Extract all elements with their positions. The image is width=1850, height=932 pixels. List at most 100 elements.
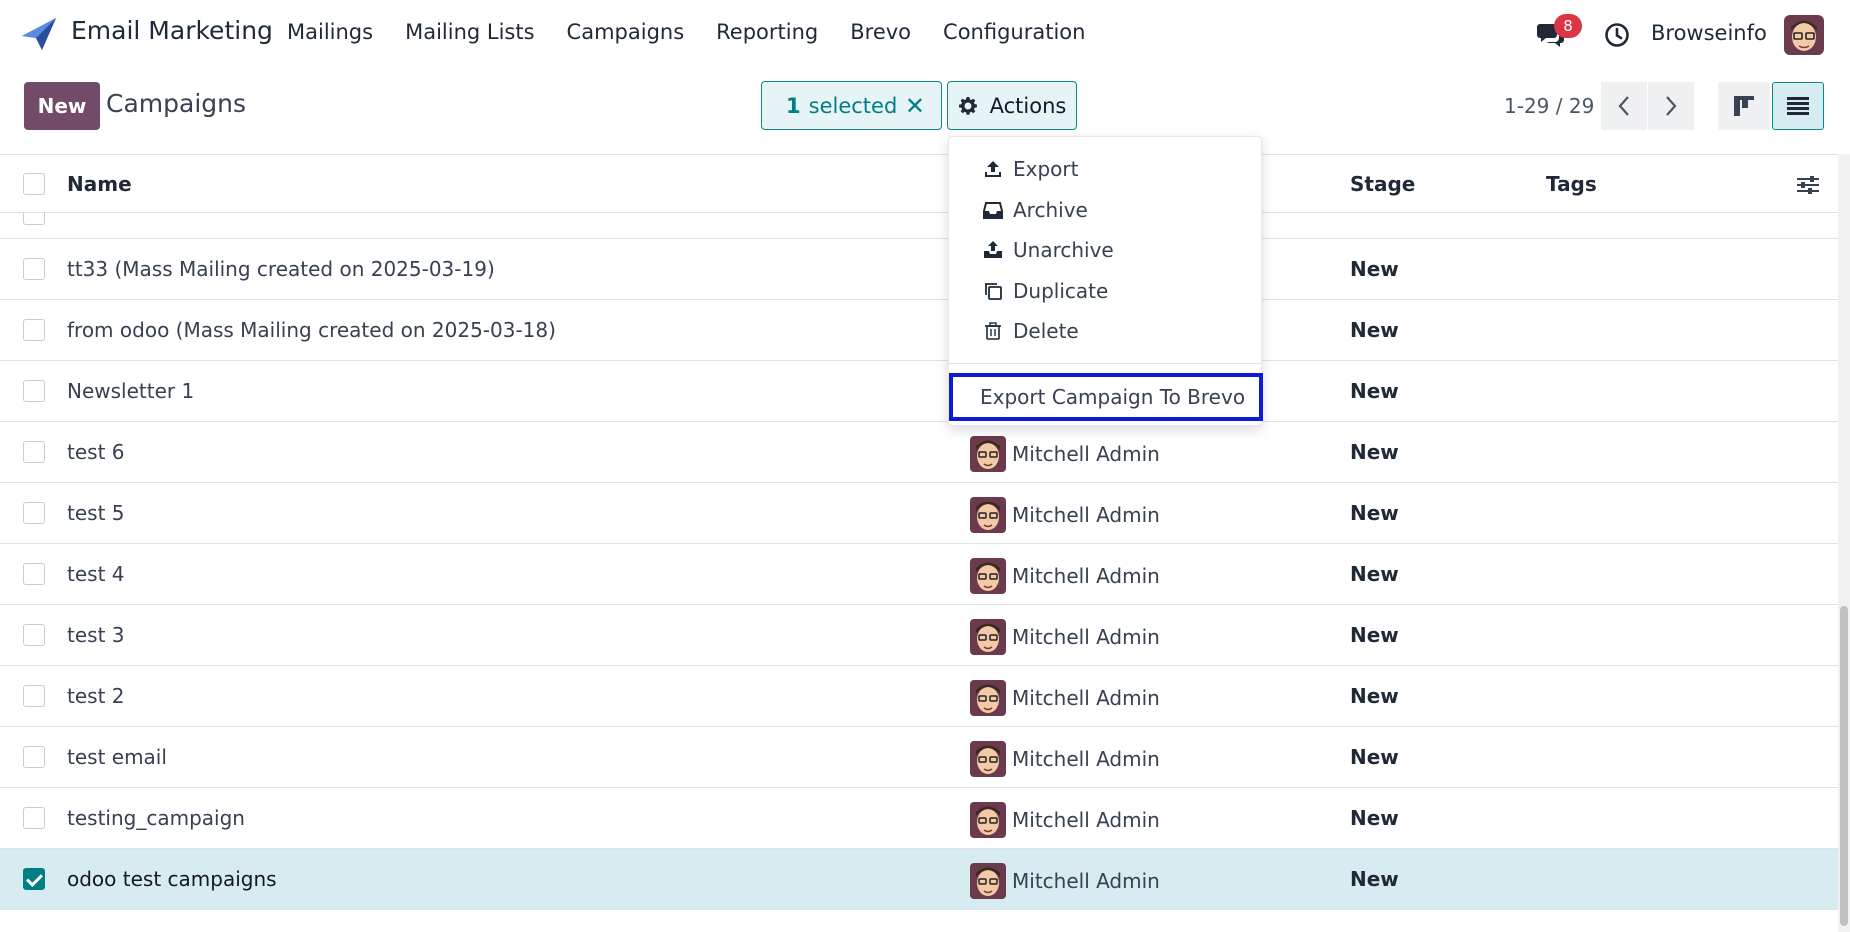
responsible-user[interactable]: Mitchell Admin: [970, 741, 1160, 777]
menu-item-archive[interactable]: Archive: [983, 195, 1088, 225]
actions-button[interactable]: Actions: [947, 81, 1077, 130]
row-checkbox[interactable]: [23, 685, 45, 707]
avatar: [970, 680, 1006, 716]
campaign-name: tt33 (Mass Mailing created on 2025-03-19…: [67, 257, 495, 281]
table-row[interactable]: test 4 Mitchell Admin New: [0, 544, 1838, 605]
row-checkbox[interactable]: [23, 441, 45, 463]
clear-selection-icon[interactable]: ✕: [905, 92, 925, 120]
campaign-name: odoo test campaigns: [67, 867, 277, 891]
list-view-button[interactable]: [1772, 82, 1824, 130]
campaign-name: test 2: [67, 684, 125, 708]
row-checkbox[interactable]: [23, 380, 45, 402]
responsible-user[interactable]: Mitchell Admin: [970, 680, 1160, 716]
selected-label: selected: [808, 93, 898, 118]
menu-brevo[interactable]: Brevo: [850, 20, 911, 44]
responsible-name: Mitchell Admin: [1012, 625, 1160, 649]
responsible-user[interactable]: Mitchell Admin: [970, 802, 1160, 838]
actions-dropdown-menu: Export Archive Unarchive Duplicate Delet…: [948, 136, 1263, 426]
activity-clock-icon[interactable]: [1604, 22, 1630, 48]
email-marketing-logo-icon[interactable]: [20, 16, 58, 52]
row-checkbox[interactable]: [23, 807, 45, 829]
menu-item-unarchive[interactable]: Unarchive: [983, 235, 1114, 265]
avatar: [970, 619, 1006, 655]
row-checkbox[interactable]: [23, 868, 45, 890]
menu-mailing-lists[interactable]: Mailing Lists: [405, 20, 534, 44]
user-avatar[interactable]: [1784, 15, 1824, 55]
stage-value: New: [1350, 684, 1399, 708]
menu-item-duplicate[interactable]: Duplicate: [983, 276, 1108, 306]
campaign-name: test 3: [67, 623, 125, 647]
table-row[interactable]: test 6 Mitchell Admin New: [0, 422, 1838, 483]
table-row[interactable]: odoo test campaigns Mitchell Admin New: [0, 849, 1838, 910]
menu-item-export[interactable]: Export: [983, 154, 1078, 184]
campaign-name: Newsletter 1: [67, 379, 195, 403]
responsible-user[interactable]: Mitchell Admin: [970, 436, 1160, 472]
messages-count-badge: 8: [1554, 14, 1582, 38]
stage-value: New: [1350, 440, 1399, 464]
menu-mailings[interactable]: Mailings: [287, 20, 373, 44]
campaign-name: testing_campaign: [67, 806, 245, 830]
table-row[interactable]: from odoo (Mass Mailing created on 2025-…: [0, 300, 1838, 361]
row-checkbox[interactable]: [23, 746, 45, 768]
kanban-view-button[interactable]: [1718, 82, 1770, 130]
menu-item-delete[interactable]: Delete: [983, 316, 1079, 346]
table-row[interactable]: test 2 Mitchell Admin New: [0, 666, 1838, 727]
campaign-name: test 5: [67, 501, 125, 525]
campaign-name: test 4: [67, 562, 125, 586]
table-row[interactable]: testing_campaign Mitchell Admin New: [0, 788, 1838, 849]
app-name[interactable]: Email Marketing: [71, 16, 273, 45]
responsible-name: Mitchell Admin: [1012, 808, 1160, 832]
pager-previous-button[interactable]: [1601, 82, 1647, 130]
stage-value: New: [1350, 745, 1399, 769]
column-stage-header[interactable]: Stage: [1350, 172, 1415, 196]
company-switcher[interactable]: Browseinfo: [1651, 21, 1767, 45]
scrollbar-thumb[interactable]: [1840, 606, 1848, 926]
avatar: [970, 741, 1006, 777]
menu-item-duplicate-label: Duplicate: [1013, 279, 1109, 303]
new-button[interactable]: New: [24, 82, 100, 130]
responsible-user[interactable]: Mitchell Admin: [970, 619, 1160, 655]
responsible-name: Mitchell Admin: [1012, 686, 1160, 710]
column-tags-header[interactable]: Tags: [1546, 172, 1597, 196]
avatar: [970, 863, 1006, 899]
row-checkbox[interactable]: [23, 213, 45, 225]
table-row[interactable]: tt33 (Mass Mailing created on 2025-03-19…: [0, 239, 1838, 300]
pager-value[interactable]: 1-29 / 29: [1504, 94, 1594, 118]
row-checkbox[interactable]: [23, 258, 45, 280]
stage-value: New: [1350, 318, 1399, 342]
table-row[interactable]: Newsletter 1 New: [0, 361, 1838, 422]
select-all-checkbox[interactable]: [23, 173, 45, 195]
menu-configuration[interactable]: Configuration: [943, 20, 1085, 44]
responsible-user[interactable]: Mitchell Admin: [970, 497, 1160, 533]
row-checkbox[interactable]: [23, 624, 45, 646]
row-checkbox[interactable]: [23, 502, 45, 524]
table-row-partial: [0, 213, 1838, 239]
menu-item-export-campaign-to-brevo[interactable]: Export Campaign To Brevo: [949, 373, 1263, 421]
avatar: [970, 558, 1006, 594]
responsible-user[interactable]: Mitchell Admin: [970, 558, 1160, 594]
responsible-user[interactable]: Mitchell Admin: [970, 863, 1160, 899]
page-title: Campaigns: [106, 89, 247, 118]
actions-label: Actions: [989, 93, 1067, 118]
table-row[interactable]: test 3 Mitchell Admin New: [0, 605, 1838, 666]
main-menu: Mailings Mailing Lists Campaigns Reporti…: [287, 20, 1117, 44]
selection-indicator: 1 selected ✕: [761, 81, 942, 130]
row-checkbox[interactable]: [23, 319, 45, 341]
table-row[interactable]: test 5 Mitchell Admin New: [0, 483, 1838, 544]
responsible-name: Mitchell Admin: [1012, 503, 1160, 527]
optional-columns-icon[interactable]: [1796, 174, 1820, 196]
pager-next-button[interactable]: [1648, 82, 1694, 130]
trash-icon: [985, 322, 1001, 340]
chevron-left-icon: [1618, 96, 1629, 116]
row-checkbox[interactable]: [23, 563, 45, 585]
gear-icon: [958, 96, 977, 115]
menu-item-archive-label: Archive: [1013, 198, 1088, 222]
column-name-header[interactable]: Name: [67, 172, 132, 196]
campaign-name: test email: [67, 745, 167, 769]
table-row[interactable]: test email Mitchell Admin New: [0, 727, 1838, 788]
avatar: [970, 802, 1006, 838]
responsible-name: Mitchell Admin: [1012, 564, 1160, 588]
table-header: Name Stage Tags: [0, 154, 1838, 213]
menu-campaigns[interactable]: Campaigns: [567, 20, 685, 44]
menu-reporting[interactable]: Reporting: [716, 20, 818, 44]
